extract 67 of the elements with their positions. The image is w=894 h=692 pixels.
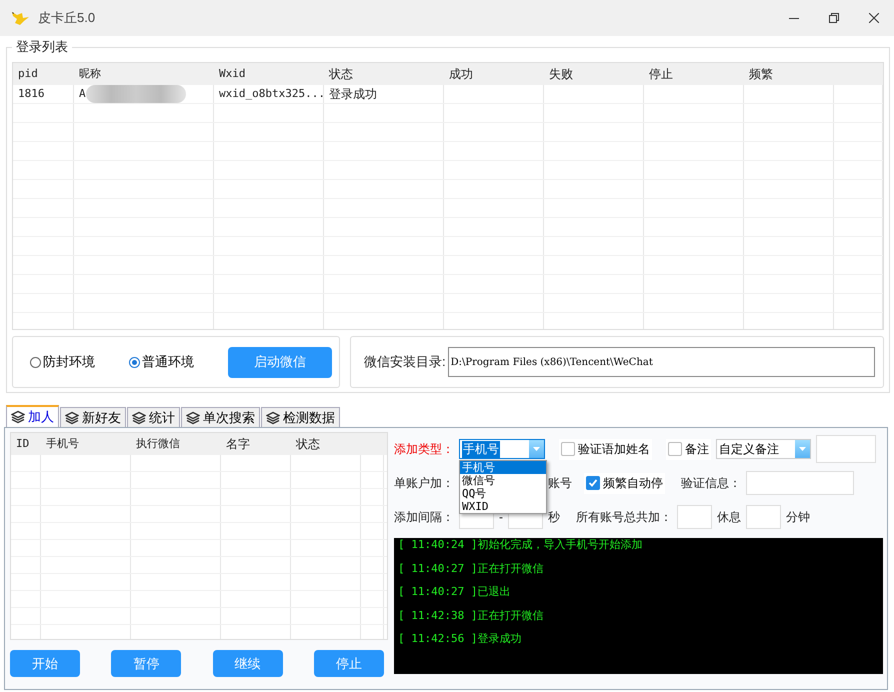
remark-dropdown[interactable]: 自定义备注 xyxy=(716,439,811,459)
column-header: 手机号 xyxy=(46,437,79,450)
column-header: 执行微信 xyxy=(136,437,180,450)
dropdown-option[interactable]: WXID xyxy=(460,500,546,513)
log-line: [ 11:42:56 ]登录成功 xyxy=(398,632,522,647)
column-header: 失败 xyxy=(549,67,573,81)
unit-label: 秒 xyxy=(548,508,560,526)
layers-icon xyxy=(266,410,280,424)
dropdown-option[interactable]: 手机号 xyxy=(460,461,546,474)
field-label: 添加类型： xyxy=(394,440,454,458)
tab[interactable]: 新好友 xyxy=(60,407,126,427)
column-header: 名字 xyxy=(226,437,250,451)
caret-icon xyxy=(799,447,806,451)
unit-label: 分钟 xyxy=(786,508,810,526)
log-line: [ 11:40:27 ]正在打开微信 xyxy=(398,562,544,576)
radio-button[interactable]: 防封环境 xyxy=(30,353,95,371)
layers-icon xyxy=(186,410,200,424)
tab[interactable]: 检测数据 xyxy=(261,407,340,427)
log-line: [ 11:40:27 ]已退出 xyxy=(398,585,512,600)
total-field[interactable] xyxy=(677,505,712,529)
dropdown-option[interactable]: QQ号 xyxy=(460,487,546,500)
type-dropdown[interactable]: 手机号 xyxy=(459,439,545,459)
field-label: 单账户加： xyxy=(394,474,454,492)
verify-field[interactable] xyxy=(746,471,854,495)
window-title: 皮卡丘5.0 xyxy=(38,9,96,27)
dropdown-option[interactable]: 微信号 xyxy=(460,474,546,487)
layers-icon xyxy=(65,410,79,424)
layers-icon xyxy=(11,410,25,424)
column-header: pid xyxy=(18,67,38,80)
column-header: 成功 xyxy=(449,67,473,81)
tab[interactable]: 统计 xyxy=(127,407,180,427)
column-header: 停止 xyxy=(649,67,673,81)
tab[interactable]: 加人 xyxy=(6,405,59,427)
column-header: ID xyxy=(16,437,30,450)
column-header: 状态 xyxy=(329,67,353,81)
close-icon xyxy=(869,13,879,23)
column-header: 昵称 xyxy=(79,67,101,80)
rest-field[interactable] xyxy=(746,505,781,529)
table-cell: 登录成功 xyxy=(329,87,377,101)
range-separator: - xyxy=(499,510,503,524)
checkbox[interactable]: 验证语加姓名 xyxy=(559,438,652,460)
restore-icon xyxy=(829,13,839,23)
caret-icon xyxy=(533,447,540,451)
field-label: 微信安装目录: xyxy=(364,353,446,371)
column-header: 频繁 xyxy=(749,67,773,81)
radio-button[interactable]: 普通环境 xyxy=(129,353,194,371)
checkbox[interactable]: 频繁自动停 xyxy=(584,472,665,494)
field-label: 添加间隔： xyxy=(394,508,454,526)
log-line: [ 11:40:24 ]初始化完成，导入手机号开始添加 xyxy=(398,538,644,553)
column-header: 状态 xyxy=(296,437,320,451)
layers-icon xyxy=(132,410,146,424)
table-cell: 1816 xyxy=(18,87,44,100)
path-field[interactable]: D:\Program Files (x86)\Tencent\WeChat xyxy=(448,347,875,377)
tab[interactable]: 单次搜索 xyxy=(181,407,260,427)
table-cell: A xyxy=(79,87,86,100)
checkbox[interactable]: 备注 xyxy=(666,438,711,460)
table-cell: wxid_o8btx325... xyxy=(219,87,323,100)
group-title: 登录列表 xyxy=(15,38,69,56)
field-label: 所有账号总共加： xyxy=(576,508,672,526)
column-header: Wxid xyxy=(219,67,246,80)
mascot-icon xyxy=(10,9,30,27)
log-line: [ 11:42:38 ]正在打开微信 xyxy=(398,608,544,624)
check-icon xyxy=(588,478,598,488)
field-label: 休息 xyxy=(717,508,741,526)
field-label: 账号 xyxy=(548,474,572,492)
field-label: 验证信息： xyxy=(681,474,741,492)
remark-field[interactable] xyxy=(816,435,876,463)
